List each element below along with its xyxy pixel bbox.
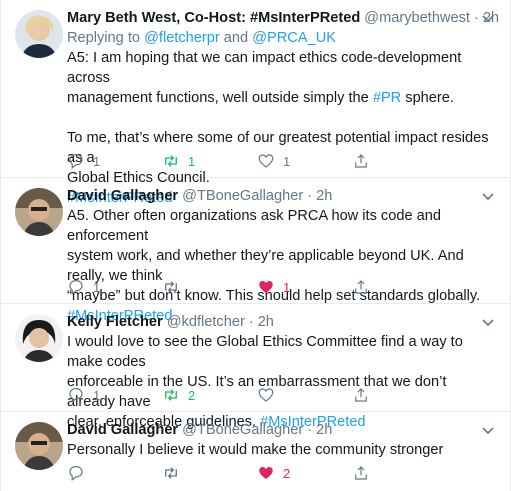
replying-to: Replying to @fletcherpr and @PRCA_UK xyxy=(67,28,496,48)
tweet-actions: 2 xyxy=(67,462,447,484)
share-icon xyxy=(355,388,367,402)
tweet-header: David Gallagher @TBoneGallagher · 2h xyxy=(67,186,496,206)
retweet-icon xyxy=(165,155,177,167)
reply-count: 1 xyxy=(93,153,101,169)
user-handle[interactable]: @TBoneGallagher xyxy=(182,420,303,440)
timestamp[interactable]: 2h xyxy=(316,186,332,206)
mention-link[interactable]: @PRCA_UK xyxy=(252,30,336,46)
avatar[interactable] xyxy=(15,188,63,236)
share-button[interactable] xyxy=(352,384,447,406)
heart-icon xyxy=(258,388,274,402)
tweet-text-line: management functions, well outside simpl… xyxy=(67,90,454,106)
tweet-text-line: Personally I believe it would make the c… xyxy=(67,442,444,458)
share-icon xyxy=(355,280,367,294)
tweet-item[interactable]: David Gallagher @TBoneGallagher · 2h Per… xyxy=(1,412,510,491)
tweet-actions: 1 1 1 xyxy=(67,150,447,172)
retweet-icon xyxy=(165,281,177,293)
separator-dot: · xyxy=(307,422,313,438)
display-name[interactable]: David Gallagher xyxy=(67,420,178,440)
share-button[interactable] xyxy=(352,150,447,172)
tweet-text-line: A5. Other often organizations ask PRCA h… xyxy=(67,208,441,244)
reply-button[interactable]: 1 xyxy=(67,276,162,298)
tweet-actions: 1 1 xyxy=(67,276,447,298)
avatar[interactable] xyxy=(15,422,63,470)
separator-dot: · xyxy=(248,314,254,330)
timestamp[interactable]: 2h xyxy=(316,420,332,440)
avatar[interactable] xyxy=(15,10,63,58)
like-button[interactable]: 1 xyxy=(257,150,352,172)
tweet-item[interactable]: Mary Beth West, Co-Host: #MsInterPReted … xyxy=(1,0,510,206)
retweet-button[interactable] xyxy=(162,462,257,484)
hashtag-link[interactable]: #PR xyxy=(373,90,401,106)
timestamp[interactable]: 2h xyxy=(258,312,274,332)
avatar[interactable] xyxy=(15,314,63,362)
replying-prefix: Replying to xyxy=(67,30,141,46)
reply-icon xyxy=(69,388,83,403)
heart-icon xyxy=(258,154,274,168)
tweet-header: Kelly Fletcher @kdfletcher · 2h xyxy=(67,312,496,332)
display-name[interactable]: Kelly Fletcher xyxy=(67,312,163,332)
reply-count: 1 xyxy=(93,387,101,403)
chevron-down-icon[interactable] xyxy=(480,314,496,330)
heart-icon xyxy=(259,281,273,293)
retweet-icon xyxy=(165,467,177,479)
separator-dot: · xyxy=(473,10,479,26)
reply-count: 1 xyxy=(93,279,101,295)
replying-and: and xyxy=(223,30,249,46)
like-button[interactable]: 2 xyxy=(257,462,352,484)
mention-link[interactable]: @fletcherpr xyxy=(144,30,220,46)
reply-icon xyxy=(69,280,83,295)
like-count: 1 xyxy=(283,279,291,295)
tweet-text-line: A5: I am hoping that we can impact ethic… xyxy=(67,50,462,86)
tweet-item[interactable]: David Gallagher @TBoneGallagher · 2h A5.… xyxy=(1,178,510,324)
retweet-button[interactable]: 2 xyxy=(162,384,257,406)
user-handle[interactable]: @marybethwest xyxy=(364,8,470,28)
share-icon xyxy=(355,154,367,168)
like-button[interactable]: 1 xyxy=(257,276,352,298)
tweet-text-line: I would love to see the Global Ethics Co… xyxy=(67,334,463,370)
tweet-item[interactable]: Kelly Fletcher @kdfletcher · 2h I would … xyxy=(1,304,510,430)
chevron-down-icon[interactable] xyxy=(480,188,496,204)
user-handle[interactable]: @kdfletcher xyxy=(167,312,245,332)
retweet-button[interactable] xyxy=(162,276,257,298)
display-name[interactable]: Mary Beth West, Co-Host: #MsInterPReted xyxy=(67,8,360,28)
separator-dot: · xyxy=(307,188,313,204)
tweet-text: Personally I believe it would make the c… xyxy=(67,440,496,460)
like-count: 1 xyxy=(283,153,291,169)
display-name[interactable]: David Gallagher xyxy=(67,186,178,206)
share-icon xyxy=(355,466,367,480)
retweet-count: 1 xyxy=(188,153,196,169)
tweet-actions: 1 2 xyxy=(67,384,447,406)
user-handle[interactable]: @TBoneGallagher xyxy=(182,186,303,206)
retweet-icon xyxy=(165,389,177,401)
chevron-down-icon[interactable] xyxy=(480,10,496,26)
reply-icon xyxy=(69,466,83,481)
like-count: 2 xyxy=(283,465,291,481)
chevron-down-icon[interactable] xyxy=(480,422,496,438)
reply-button[interactable] xyxy=(67,462,162,484)
like-button[interactable] xyxy=(257,384,352,406)
retweet-count: 2 xyxy=(188,387,196,403)
share-button[interactable] xyxy=(352,276,447,298)
tweet-header: David Gallagher @TBoneGallagher · 2h xyxy=(67,420,496,440)
tweet-header: Mary Beth West, Co-Host: #MsInterPReted … xyxy=(67,8,499,28)
reply-icon xyxy=(69,154,83,169)
reply-button[interactable]: 1 xyxy=(67,384,162,406)
share-button[interactable] xyxy=(352,462,447,484)
reply-button[interactable]: 1 xyxy=(67,150,162,172)
retweet-button[interactable]: 1 xyxy=(162,150,257,172)
tweet-content: David Gallagher @TBoneGallagher · 2h Per… xyxy=(67,420,496,460)
tweet-thread: Mary Beth West, Co-Host: #MsInterPReted … xyxy=(0,0,511,491)
heart-icon xyxy=(259,467,273,479)
